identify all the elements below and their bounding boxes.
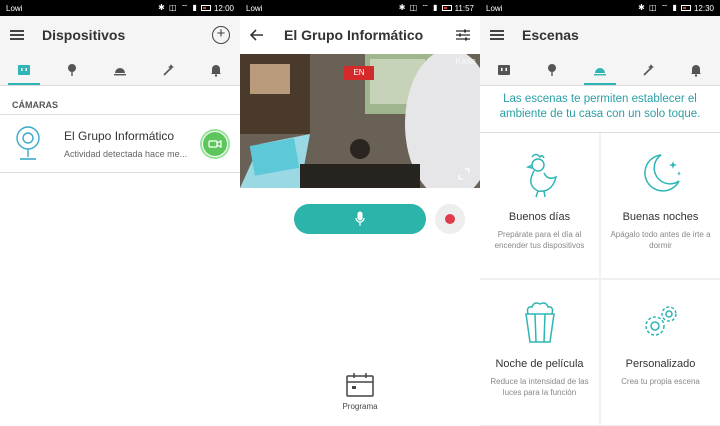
- scenes-screen: Lowi ✱ ◫ ⌔ ▮ 12:30 Escenas Las escenas t…: [480, 0, 720, 426]
- pin-icon: [68, 63, 76, 76]
- clock: 12:00: [213, 3, 234, 13]
- status-bar: Lowi ✱ ◫ ⌔ ▮ 12:30: [480, 0, 720, 16]
- camera-icon: [16, 125, 40, 160]
- tab-scenes[interactable]: [576, 54, 624, 85]
- tab-devices[interactable]: [0, 54, 48, 85]
- scene-description: Reduce la intensidad de las luces para l…: [490, 377, 589, 397]
- page-title: Escenas: [522, 27, 579, 43]
- scene-card-good-night[interactable]: Buenas noches Apágalo todo antes de irte…: [601, 133, 720, 278]
- scene-description: Apágalo todo antes de irte a dormir: [610, 230, 711, 250]
- scene-name: Personalizado: [625, 358, 696, 370]
- camera-screen: Lowi ✱ ◫ ⌔ ▮ 11:57 El Grupo Informático E…: [240, 0, 480, 426]
- schedule-button[interactable]: Programa: [336, 372, 384, 411]
- device-status: Actividad detectada hace me...: [64, 148, 188, 159]
- back-arrow-icon[interactable]: [250, 29, 264, 41]
- scene-grid: Buenos días Prepárate para el día al enc…: [480, 133, 720, 425]
- scene-card-custom[interactable]: Personalizado Crea tu propia escena: [601, 280, 720, 425]
- tab-notifications[interactable]: [672, 54, 720, 85]
- app-bar: Dispositivos +: [0, 16, 240, 54]
- tab-devices[interactable]: [480, 54, 528, 85]
- magic-wand-icon: [643, 63, 654, 76]
- scene-card-good-morning[interactable]: Buenos días Prepárate para el día al enc…: [480, 133, 599, 278]
- live-video-feed[interactable]: EN Kasa: [240, 54, 480, 188]
- video-camera-icon: [208, 139, 222, 148]
- app-bar: El Grupo Informático: [240, 16, 480, 54]
- scene-description: Prepárate para el día al encender tus di…: [494, 230, 585, 250]
- moon-icon: [643, 154, 681, 192]
- scene-card-movie-night[interactable]: Noche de película Reduce la intensidad d…: [480, 280, 599, 425]
- settings-sliders-icon[interactable]: [456, 29, 470, 41]
- scene-description: Crea tu propia escena: [621, 377, 700, 386]
- tab-locations[interactable]: [48, 54, 96, 85]
- add-device-button[interactable]: +: [212, 26, 230, 44]
- tab-scenes[interactable]: [96, 54, 144, 85]
- sunrise-icon: [114, 67, 126, 75]
- device-row[interactable]: El Grupo Informático Actividad detectada…: [0, 115, 240, 173]
- bell-icon: [691, 64, 701, 77]
- tab-automation[interactable]: [144, 54, 192, 85]
- pin-icon: [548, 63, 556, 76]
- page-title: Dispositivos: [42, 27, 126, 43]
- battery-icon: [680, 5, 691, 11]
- menu-icon[interactable]: [490, 30, 504, 40]
- device-name: El Grupo Informático: [64, 128, 175, 143]
- bell-icon: [211, 64, 221, 77]
- scene-name: Buenas noches: [622, 211, 699, 223]
- microphone-icon: [355, 211, 365, 226]
- section-header: CÁMARAS: [0, 90, 240, 115]
- tab-automation[interactable]: [624, 54, 672, 85]
- fullscreen-icon[interactable]: [458, 168, 470, 180]
- carrier-label: Lowi: [6, 3, 23, 13]
- tab-bar: [0, 54, 240, 86]
- status-bar: Lowi ✱ ◫ ⌔ ▮ 12:00: [0, 0, 240, 16]
- scene-name: Buenos días: [508, 211, 571, 223]
- scene-name: Noche de película: [495, 358, 584, 370]
- carrier-label: Lowi: [486, 3, 503, 13]
- talk-button[interactable]: [294, 204, 426, 234]
- schedule-label: Programa: [342, 402, 378, 411]
- devices-screen: Lowi ✱ ◫ ⌔ ▮ 12:00 Dispositivos + CÁMARA…: [0, 0, 240, 426]
- app-bar: Escenas: [480, 16, 720, 54]
- record-icon: [445, 214, 455, 224]
- plug-icon: [498, 64, 510, 75]
- gears-icon: [644, 306, 677, 336]
- battery-icon: [441, 5, 452, 11]
- calendar-icon: [346, 373, 374, 397]
- live-view-button[interactable]: [200, 128, 230, 159]
- magic-wand-icon: [163, 63, 174, 76]
- clock: 11:57: [454, 3, 474, 13]
- plug-icon: [18, 64, 30, 75]
- page-title: El Grupo Informático: [284, 27, 424, 43]
- tab-locations[interactable]: [528, 54, 576, 85]
- battery-icon: [200, 5, 211, 11]
- status-bar: Lowi ✱ ◫ ⌔ ▮ 11:57: [240, 0, 480, 16]
- watermark: Kasa: [455, 56, 476, 66]
- rooster-icon: [525, 153, 557, 198]
- sunrise-icon: [594, 67, 606, 75]
- menu-icon[interactable]: [10, 30, 24, 40]
- tab-bar: [480, 54, 720, 86]
- screenshot-collage: Lowi ✱ ◫ ⌔ ▮ 12:00 Dispositivos + CÁMARA…: [0, 0, 720, 426]
- clock: 12:30: [693, 3, 714, 13]
- live-badge: EN: [344, 66, 374, 80]
- carrier-label: Lowi: [246, 3, 263, 13]
- popcorn-icon: [524, 302, 555, 343]
- record-button[interactable]: [435, 204, 465, 234]
- tab-notifications[interactable]: [192, 54, 240, 85]
- scenes-intro: Las escenas te permiten establecer el am…: [480, 86, 720, 133]
